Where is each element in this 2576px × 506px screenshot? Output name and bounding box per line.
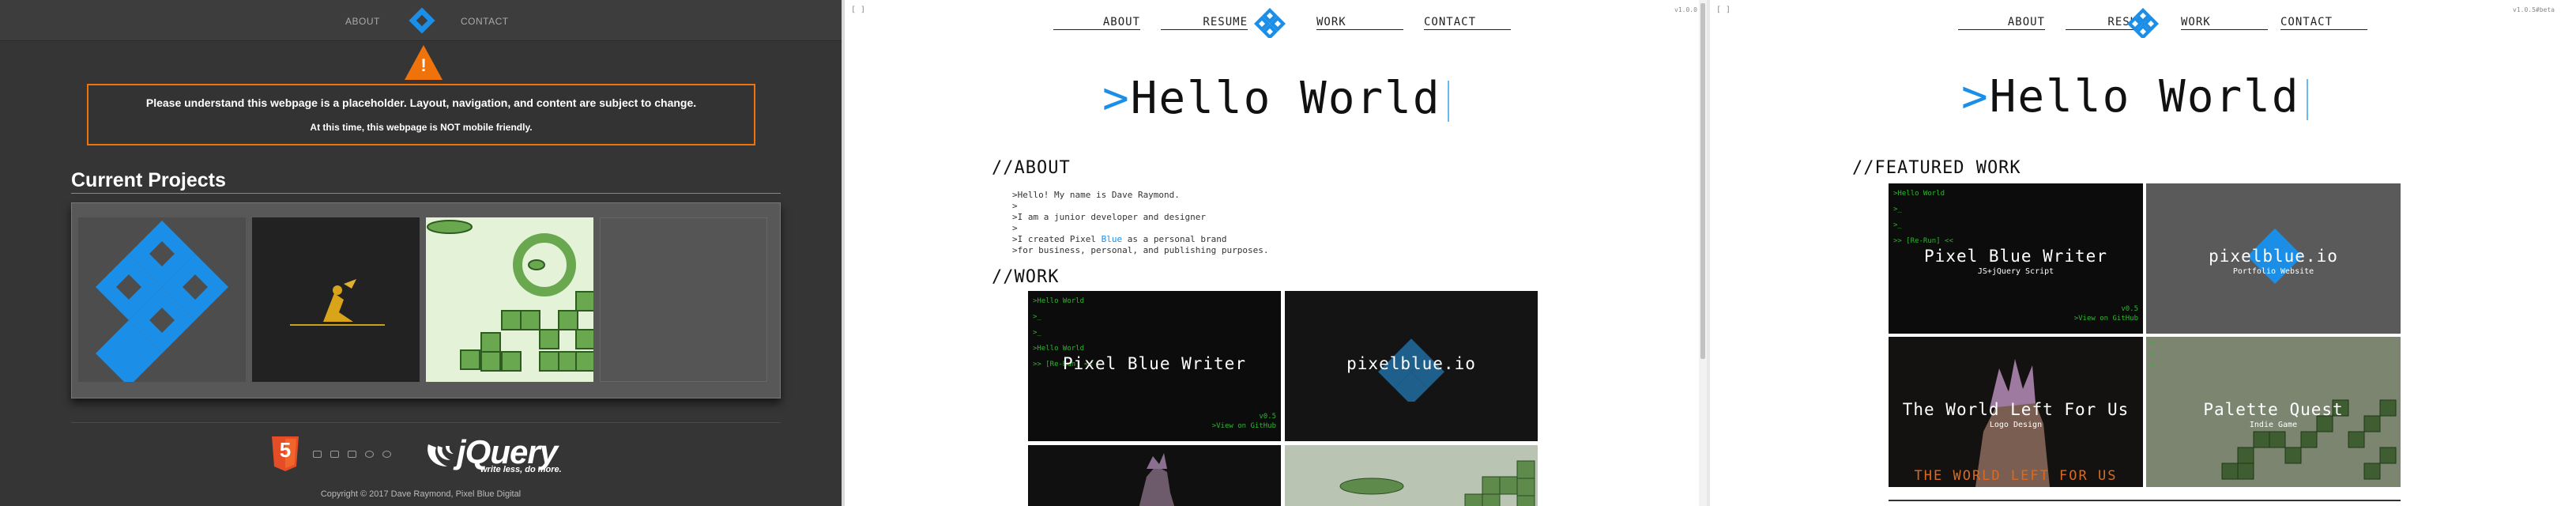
nav-about-link[interactable]: ABOUT [1053, 14, 1140, 30]
featured-work-heading: //FEATURED WORK [1852, 158, 2021, 178]
placeholder-site-panel: ABOUT CONTACT ! Please understand this w… [0, 0, 842, 506]
fullscreen-toggle[interactable]: [ ] [851, 6, 865, 14]
card-subtitle: Logo Design [1989, 421, 2043, 429]
about-line: > [1012, 201, 1018, 211]
work-heading: //WORK [992, 267, 1060, 287]
hero-heading: >Hello World [1102, 73, 1449, 124]
about-line: >I am a junior developer and designer [1012, 212, 1207, 222]
prompt-symbol: > [1102, 73, 1131, 124]
device-icon [348, 451, 356, 458]
hero-text: Hello World [1130, 73, 1441, 124]
section-divider [1889, 500, 2401, 501]
nav-about-link[interactable]: ABOUT [345, 16, 380, 27]
svg-text:>: > [2151, 339, 2155, 346]
pixel-blue-logo-icon[interactable] [1254, 6, 1286, 38]
card-banner-text: THE WORLD LEFT FOR US [1914, 468, 2118, 484]
nav-work-link[interactable]: WORK [2181, 14, 2268, 30]
card-version: v0.5 [1259, 413, 1276, 421]
svg-text:>: > [2151, 361, 2155, 368]
notice-text-mobile: At this time, this webpage is NOT mobile… [310, 122, 533, 133]
semantics-icon [313, 451, 322, 458]
project-tile-empty[interactable] [600, 217, 767, 382]
card-title: pixelblue.io [2209, 247, 2338, 266]
work-card-palette-quest[interactable] [1285, 445, 1538, 506]
about-heading: //ABOUT [992, 158, 1071, 178]
nav-resume-link[interactable]: RESUME [1161, 14, 1248, 30]
version-label: v1.0.0 [1674, 6, 1697, 13]
character-portrait-icon [1139, 453, 1175, 506]
copyright-text: Copyright © 2017 Dave Raymond, Pixel Blu… [320, 489, 522, 499]
html5-number: 5 [279, 438, 292, 462]
falling-figure-icon [290, 279, 385, 326]
work-card-pixel-blue-writer[interactable]: >Hello World >_ >_ >Hello World >> [Re-R… [1028, 291, 1281, 441]
heading-divider [71, 193, 781, 194]
notice-text-main: Please understand this webpage is a plac… [145, 96, 697, 109]
hero-heading: >Hello World [1961, 71, 2308, 123]
about-line: > [1012, 223, 1018, 233]
svg-text:>: > [2151, 350, 2155, 357]
prompt-symbol: > [1961, 71, 1990, 123]
footer-divider [71, 422, 781, 423]
card-subtitle: Portfolio Website [2232, 267, 2314, 276]
scrollbar-thumb[interactable] [1700, 3, 1705, 359]
card-subtitle: JS+jQuery Script [1977, 267, 2054, 276]
jquery-swirl-icon [427, 444, 454, 466]
jquery-logo: jQuery write less, do more. [425, 433, 575, 474]
work-card-pixelblue-io[interactable]: pixelblue.io [1285, 291, 1538, 441]
nav-work-link[interactable]: WORK [1316, 14, 1403, 30]
card-title: pixelblue.io [1346, 354, 1476, 373]
text-cursor [1447, 80, 1449, 122]
terminal-site-panel-v2: [ ] v1.0.5#beta ABOUT RESUME WORK CONTAC… [1710, 0, 2576, 506]
card-title: Pixel Blue Writer [1924, 247, 2107, 266]
placeholder-notice: Please understand this webpage is a plac… [87, 84, 755, 145]
top-navigation: ABOUT CONTACT [0, 0, 842, 41]
text-cursor [2306, 78, 2308, 120]
work-card-pixelblue-io[interactable]: pixelblue.io Portfolio Website [2146, 183, 2401, 334]
offline-icon [330, 451, 339, 458]
nav-contact-link[interactable]: CONTACT [1424, 14, 1511, 30]
game-scene-icon [426, 217, 596, 382]
pixel-blue-logo-icon[interactable] [408, 6, 436, 35]
project-tile-world-left[interactable] [252, 217, 420, 382]
jquery-tagline: write less, do more. [480, 465, 562, 474]
nav-contact-link[interactable]: CONTACT [2280, 14, 2367, 30]
nav-contact-link[interactable]: CONTACT [461, 16, 509, 27]
card-title: Pixel Blue Writer [1063, 354, 1246, 373]
card-subtitle: Indie Game [2249, 421, 2298, 429]
about-line: >Hello! My name is Dave Raymond. [1012, 190, 1180, 200]
card-title: The World Left For Us [1902, 400, 2130, 419]
hero-text: Hello World [1989, 71, 2300, 123]
github-link[interactable]: >View on GitHub [2074, 315, 2138, 323]
project-tile-palette-quest[interactable] [426, 217, 596, 382]
work-card-pixel-blue-writer[interactable]: >Hello World >_ >_ >> [Re-Run] << Pixel … [1889, 183, 2143, 334]
vertical-scrollbar[interactable] [1699, 0, 1707, 506]
work-card-world-left[interactable] [1028, 445, 1281, 506]
pixel-blue-logo-icon[interactable] [2127, 6, 2159, 38]
project-tile-pixel-blue[interactable] [78, 217, 246, 387]
about-line: >for business, personal, and publishing … [1012, 245, 1269, 255]
terminal-site-panel-v1: [ ] v1.0.0 ABOUT RESUME WORK CONTACT >He… [845, 0, 1707, 506]
card-version: v0.5 [2121, 305, 2138, 313]
work-card-world-left[interactable]: The World Left For Us Logo Design THE WO… [1889, 337, 2143, 487]
about-line: >I created Pixel Blue as a personal bran… [1012, 234, 1227, 244]
fullscreen-toggle[interactable]: [ ] [1716, 6, 1731, 14]
work-card-palette-quest[interactable]: > > > Palette Quest Indie Game [2146, 337, 2401, 487]
github-link[interactable]: >View on GitHub [1212, 422, 1276, 430]
card-code-preview: >Hello World >_ >_ >> [Re-Run] << [1893, 190, 1953, 245]
highlighted-word: Blue [1101, 234, 1123, 244]
nav-about-link[interactable]: ABOUT [1958, 14, 2045, 30]
version-label: v1.0.5#beta [2513, 6, 2555, 13]
performance-icon [382, 451, 391, 458]
settings-icon [365, 451, 374, 458]
game-scene-icon [1285, 445, 1538, 506]
current-projects-heading: Current Projects [71, 169, 226, 191]
pixel-blue-logo-icon [96, 221, 228, 387]
card-title: Palette Quest [2203, 400, 2344, 419]
projects-gallery [71, 202, 781, 398]
